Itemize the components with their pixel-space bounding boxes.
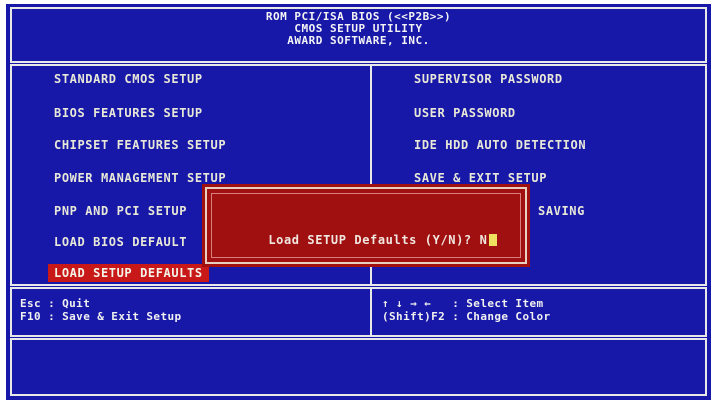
menu-item-ide-hdd-auto-detection[interactable]: IDE HDD AUTO DETECTION (414, 138, 586, 152)
menu-item-pnp-and-pci-setup[interactable]: PNP AND PCI SETUP (54, 204, 187, 218)
menu-item-load-bios-default[interactable]: LOAD BIOS DEFAULT (54, 235, 187, 249)
status-frame (10, 338, 707, 396)
footer-select-item-hint: ↑ ↓ → ← : Select Item (382, 297, 544, 310)
bios-header: ROM PCI/ISA BIOS (<<P2B>>) CMOS SETUP UT… (6, 11, 711, 69)
dialog-prompt: Load SETUP Defaults (Y/N)? N (237, 219, 498, 261)
text-cursor (489, 234, 498, 246)
menu-item-user-password[interactable]: USER PASSWORD (414, 106, 516, 120)
footer-divider (370, 289, 372, 335)
header-line-3: AWARD SOFTWARE, INC. (287, 34, 430, 47)
footer-quit-hint: Esc : Quit (20, 297, 91, 310)
menu-item-load-setup-defaults[interactable]: LOAD SETUP DEFAULTS (48, 264, 209, 282)
menu-item-supervisor-password[interactable]: SUPERVISOR PASSWORD (414, 72, 563, 86)
menu-item-chipset-features-setup[interactable]: CHIPSET FEATURES SETUP (54, 138, 226, 152)
menu-item-bios-features-setup[interactable]: BIOS FEATURES SETUP (54, 106, 203, 120)
footer-change-color-hint: (Shift)F2 : Change Color (382, 310, 551, 323)
menu-item-exit-without-saving[interactable]: SAVING (538, 204, 585, 218)
menu-item-standard-cmos-setup[interactable]: STANDARD CMOS SETUP (54, 72, 203, 86)
menu-item-power-management-setup[interactable]: POWER MANAGEMENT SETUP (54, 171, 226, 185)
menu-item-save-and-exit-setup[interactable]: SAVE & EXIT SETUP (414, 171, 547, 185)
load-defaults-dialog[interactable]: Load SETUP Defaults (Y/N)? N (205, 187, 527, 264)
footer-save-exit-hint: F10 : Save & Exit Setup (20, 310, 182, 323)
dialog-prompt-text: Load SETUP Defaults (Y/N)? N (268, 233, 488, 247)
